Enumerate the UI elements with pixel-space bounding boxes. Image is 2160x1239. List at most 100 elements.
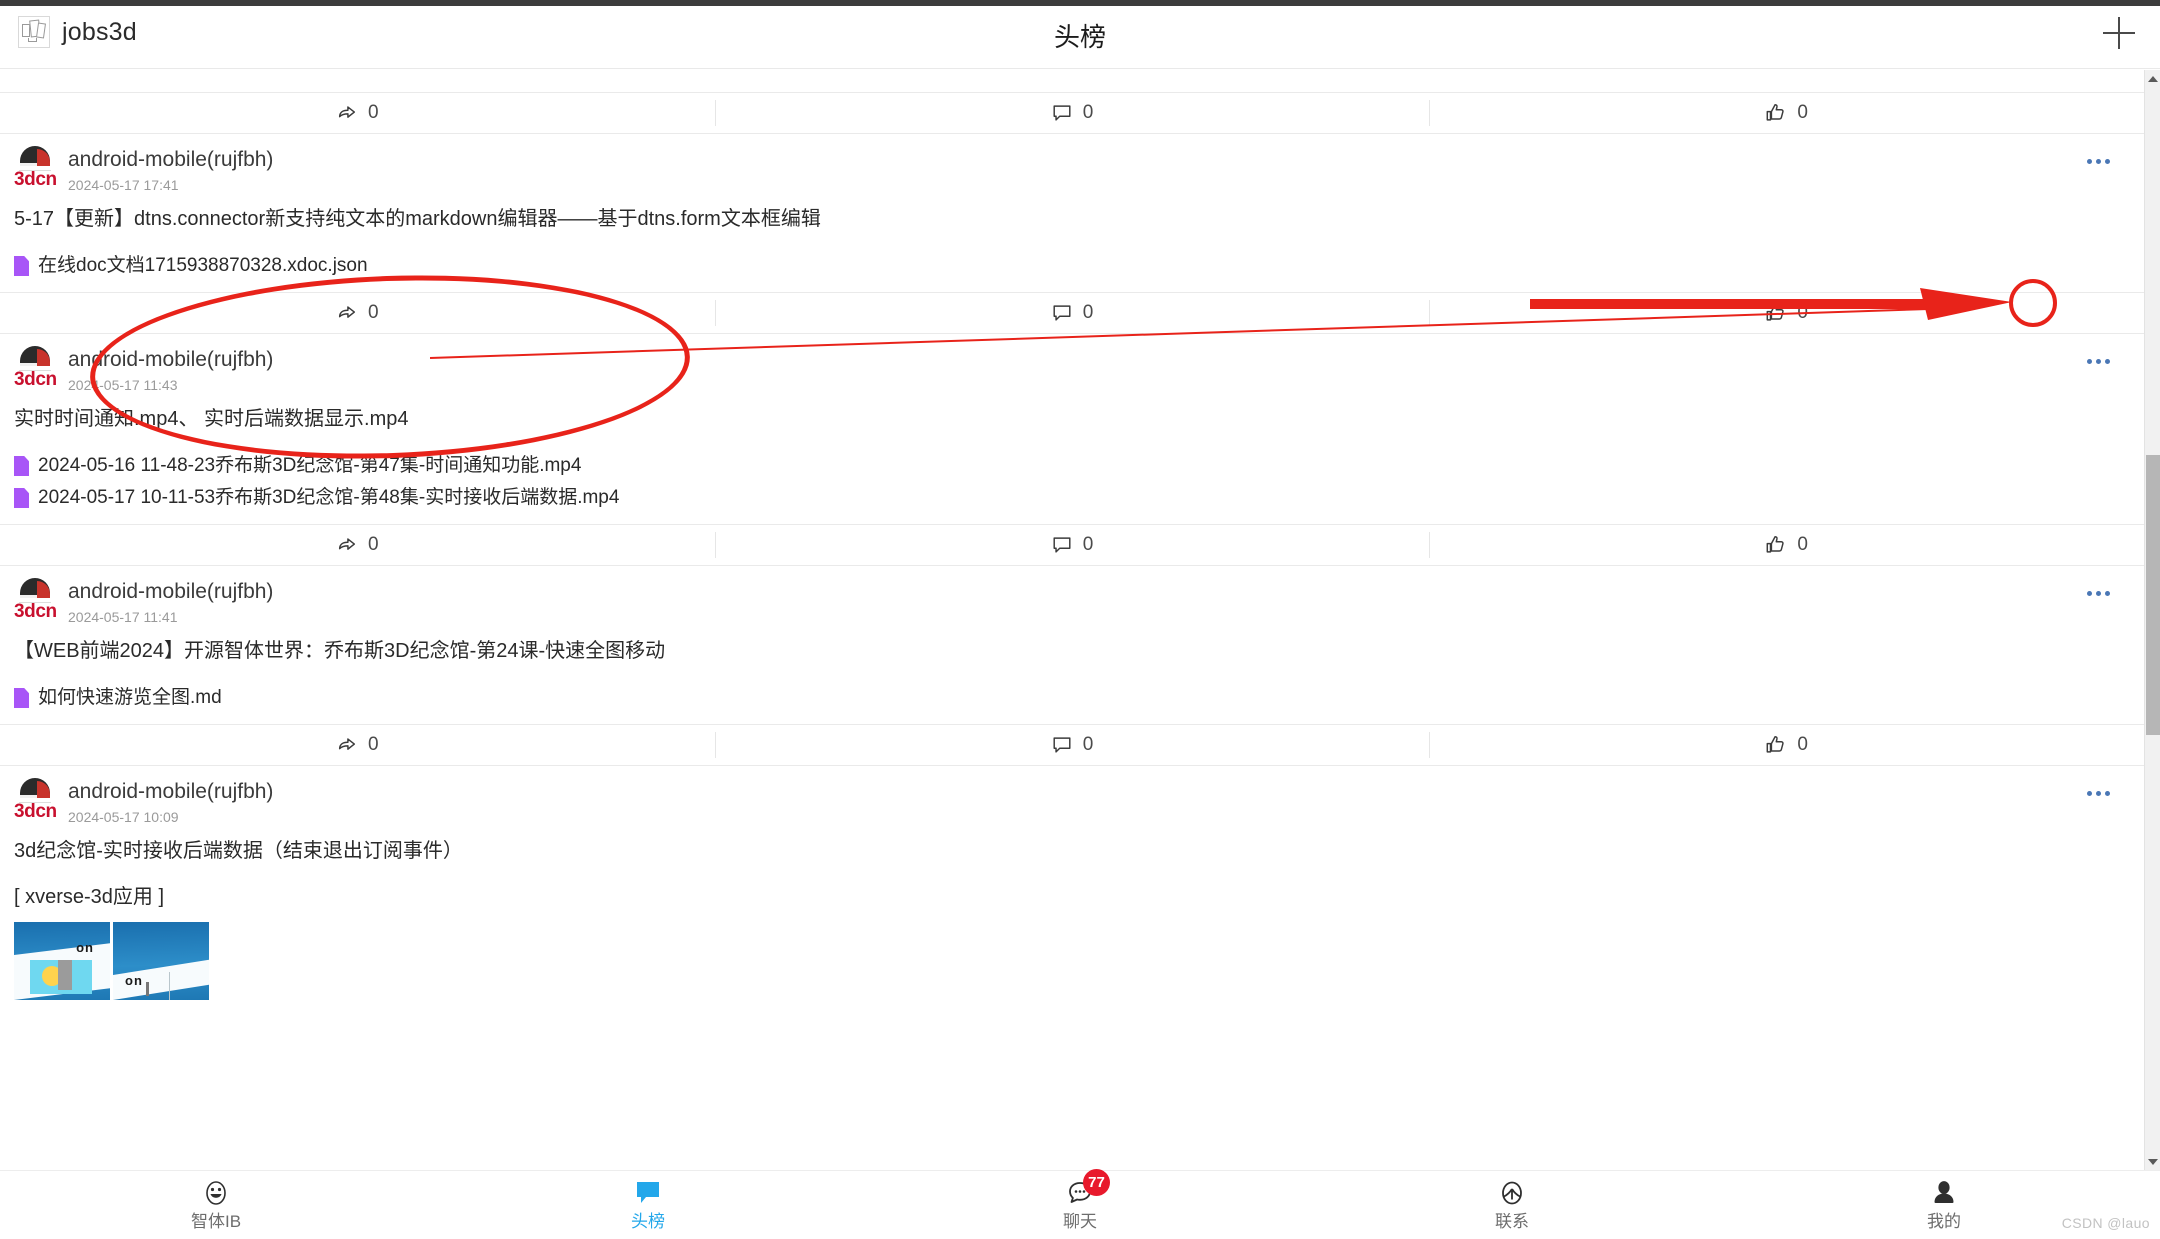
scrollbar-thumb[interactable] <box>2146 455 2160 735</box>
comment-button[interactable]: 0 <box>714 93 1430 133</box>
post-body: 实时时间通知.mp4、 实时后端数据显示.mp4 2024-05-16 11-4… <box>0 390 2144 524</box>
avatar-mark: 3dcn <box>14 169 57 190</box>
avatar[interactable]: 3dcn <box>14 578 57 624</box>
file-icon <box>14 488 29 508</box>
thumbs-up-icon <box>1766 104 1785 121</box>
post-header: 3dcn android-mobile(rujfbh) 2024-05-17 1… <box>0 134 2144 193</box>
post-body: 5-17【更新】dtns.connector新支持纯文本的markdown编辑器… <box>0 190 2144 292</box>
thumbs-up-icon <box>1766 304 1785 321</box>
person-icon <box>1929 1178 1959 1208</box>
post-more-menu-button[interactable] <box>2078 350 2118 372</box>
post-action-bar: 0 0 0 <box>0 524 2144 566</box>
comment-count: 0 <box>1082 534 1094 555</box>
chat-unread-badge: 77 <box>1083 1169 1110 1196</box>
post-item: 3dcn android-mobile(rujfbh) 2024-05-17 1… <box>0 766 2144 1010</box>
attachment-name: 在线doc文档1715938870328.xdoc.json <box>38 255 368 276</box>
smiley-face-icon <box>201 1178 231 1208</box>
share-arrow-icon <box>338 306 356 318</box>
attachment-name: 2024-05-17 10-11-53乔布斯3D纪念馆-第48集-实时接收后端数… <box>38 487 620 508</box>
share-button[interactable]: 0 <box>0 725 715 765</box>
contacts-circle-icon <box>1497 1178 1527 1208</box>
tab-contacts[interactable]: 联系 <box>1296 1171 1728 1239</box>
post-attachment[interactable]: 在线doc文档1715938870328.xdoc.json <box>14 250 2128 282</box>
watermark: CSDN @lauo <box>2061 1215 2150 1231</box>
post-more-menu-button[interactable] <box>2078 782 2118 804</box>
post-attachment[interactable]: 2024-05-17 10-11-53乔布斯3D纪念馆-第48集-实时接收后端数… <box>14 482 2128 514</box>
plus-icon[interactable] <box>2100 14 2138 52</box>
post-text: 3d纪念馆-实时接收后端数据（结束退出订阅事件） <box>14 840 463 862</box>
avatar[interactable]: 3dcn <box>14 778 57 824</box>
avatar-mark: 3dcn <box>14 369 57 390</box>
post-body: 3d纪念馆-实时接收后端数据（结束退出订阅事件） [ xverse-3d应用 ]… <box>0 822 2144 1010</box>
like-button[interactable]: 0 <box>1429 293 2144 333</box>
share-button[interactable]: 0 <box>0 93 715 133</box>
bottom-tab-bar: 智体IB 头榜 77 聊天 联系 我的 CSDN @lauo <box>0 1169 2160 1239</box>
comment-button[interactable]: 0 <box>714 525 1430 565</box>
speech-bubble-filled-icon <box>633 1178 663 1208</box>
tab-chat[interactable]: 77 聊天 <box>864 1169 1296 1239</box>
comment-bubble-icon <box>1053 537 1071 553</box>
post-more-menu-button[interactable] <box>2078 150 2118 172</box>
like-count: 0 <box>1797 534 1808 555</box>
app-header: jobs3d 头榜 <box>0 6 2160 69</box>
share-arrow-icon <box>338 106 356 118</box>
scroll-down-arrow-icon[interactable] <box>2145 1153 2160 1170</box>
share-button[interactable]: 0 <box>0 525 715 565</box>
like-button[interactable]: 0 <box>1429 725 2144 765</box>
post-author: android-mobile(rujfbh) <box>68 348 274 371</box>
tab-label: 联系 <box>1495 1212 1529 1231</box>
post-thumbnail[interactable]: on <box>14 922 110 1000</box>
share-arrow-icon <box>338 738 356 750</box>
post-text: 5-17【更新】dtns.connector新支持纯文本的markdown编辑器… <box>14 208 821 230</box>
tab-label: 头榜 <box>631 1212 665 1231</box>
like-button[interactable]: 0 <box>1429 525 2144 565</box>
post-time: 2024-05-17 11:43 <box>68 377 178 393</box>
share-button[interactable]: 0 <box>0 293 715 333</box>
app-root: jobs3d 头榜 0 0 0 3dcn android-mobile(rujf… <box>0 0 2160 1239</box>
post-header: 3dcn android-mobile(rujfbh) 2024-05-17 1… <box>0 334 2144 393</box>
comment-count: 0 <box>1082 102 1094 123</box>
post-action-bar: 0 0 0 <box>0 724 2144 766</box>
post-more-menu-button[interactable] <box>2078 582 2118 604</box>
comment-button[interactable]: 0 <box>714 725 1430 765</box>
post-action-bar: 0 0 0 <box>0 92 2144 134</box>
avatar-mark: 3dcn <box>14 801 57 822</box>
post-text: 实时时间通知.mp4、 实时后端数据显示.mp4 <box>14 408 409 430</box>
chat-dots-icon: 77 <box>1065 1169 1110 1208</box>
share-count: 0 <box>368 102 379 123</box>
share-arrow-icon <box>338 538 356 550</box>
post-text: 【WEB前端2024】开源智体世界：乔布斯3D纪念馆-第24课-快速全图移动 <box>14 640 666 662</box>
share-count: 0 <box>368 534 379 555</box>
vertical-scrollbar[interactable] <box>2144 70 2160 1170</box>
tab-label: 智体IB <box>190 1212 242 1231</box>
comment-bubble-icon <box>1053 305 1071 321</box>
like-count: 0 <box>1797 302 1808 323</box>
post-action-bar: 0 0 0 <box>0 292 2144 334</box>
scroll-up-arrow-icon[interactable] <box>2145 70 2160 87</box>
post-item: 3dcn android-mobile(rujfbh) 2024-05-17 1… <box>0 134 2144 334</box>
post-body: 【WEB前端2024】开源智体世界：乔布斯3D纪念馆-第24课-快速全图移动 如… <box>0 622 2144 724</box>
like-count: 0 <box>1797 734 1808 755</box>
post-author: android-mobile(rujfbh) <box>68 148 274 171</box>
comment-button[interactable]: 0 <box>714 293 1430 333</box>
like-button[interactable]: 0 <box>1429 93 2144 133</box>
comment-bubble-icon <box>1053 737 1071 753</box>
post-author: android-mobile(rujfbh) <box>68 780 274 803</box>
post-thumbnail[interactable]: on <box>113 922 209 1000</box>
tab-zhitiib[interactable]: 智体IB <box>0 1171 432 1239</box>
post-subtext: [ xverse-3d应用 ] <box>14 886 165 908</box>
post-thumbnail-list: on on <box>14 922 2128 1000</box>
tab-toubang[interactable]: 头榜 <box>432 1171 864 1239</box>
comment-count: 0 <box>1082 734 1094 755</box>
post-header: 3dcn android-mobile(rujfbh) 2024-05-17 1… <box>0 766 2144 825</box>
post-feed[interactable]: 0 0 0 3dcn android-mobile(rujfbh) 2024-0… <box>0 70 2144 1170</box>
post-item: 3dcn android-mobile(rujfbh) 2024-05-17 1… <box>0 566 2144 766</box>
attachment-name: 2024-05-16 11-48-23乔布斯3D纪念馆-第47集-时间通知功能.… <box>38 455 582 476</box>
avatar[interactable]: 3dcn <box>14 346 57 392</box>
avatar[interactable]: 3dcn <box>14 146 57 192</box>
post-header: 3dcn android-mobile(rujfbh) 2024-05-17 1… <box>0 566 2144 625</box>
comment-bubble-icon <box>1053 105 1071 121</box>
post-attachment[interactable]: 2024-05-16 11-48-23乔布斯3D纪念馆-第47集-时间通知功能.… <box>14 450 2128 482</box>
like-count: 0 <box>1797 102 1808 123</box>
post-attachment[interactable]: 如何快速游览全图.md <box>14 682 2128 714</box>
